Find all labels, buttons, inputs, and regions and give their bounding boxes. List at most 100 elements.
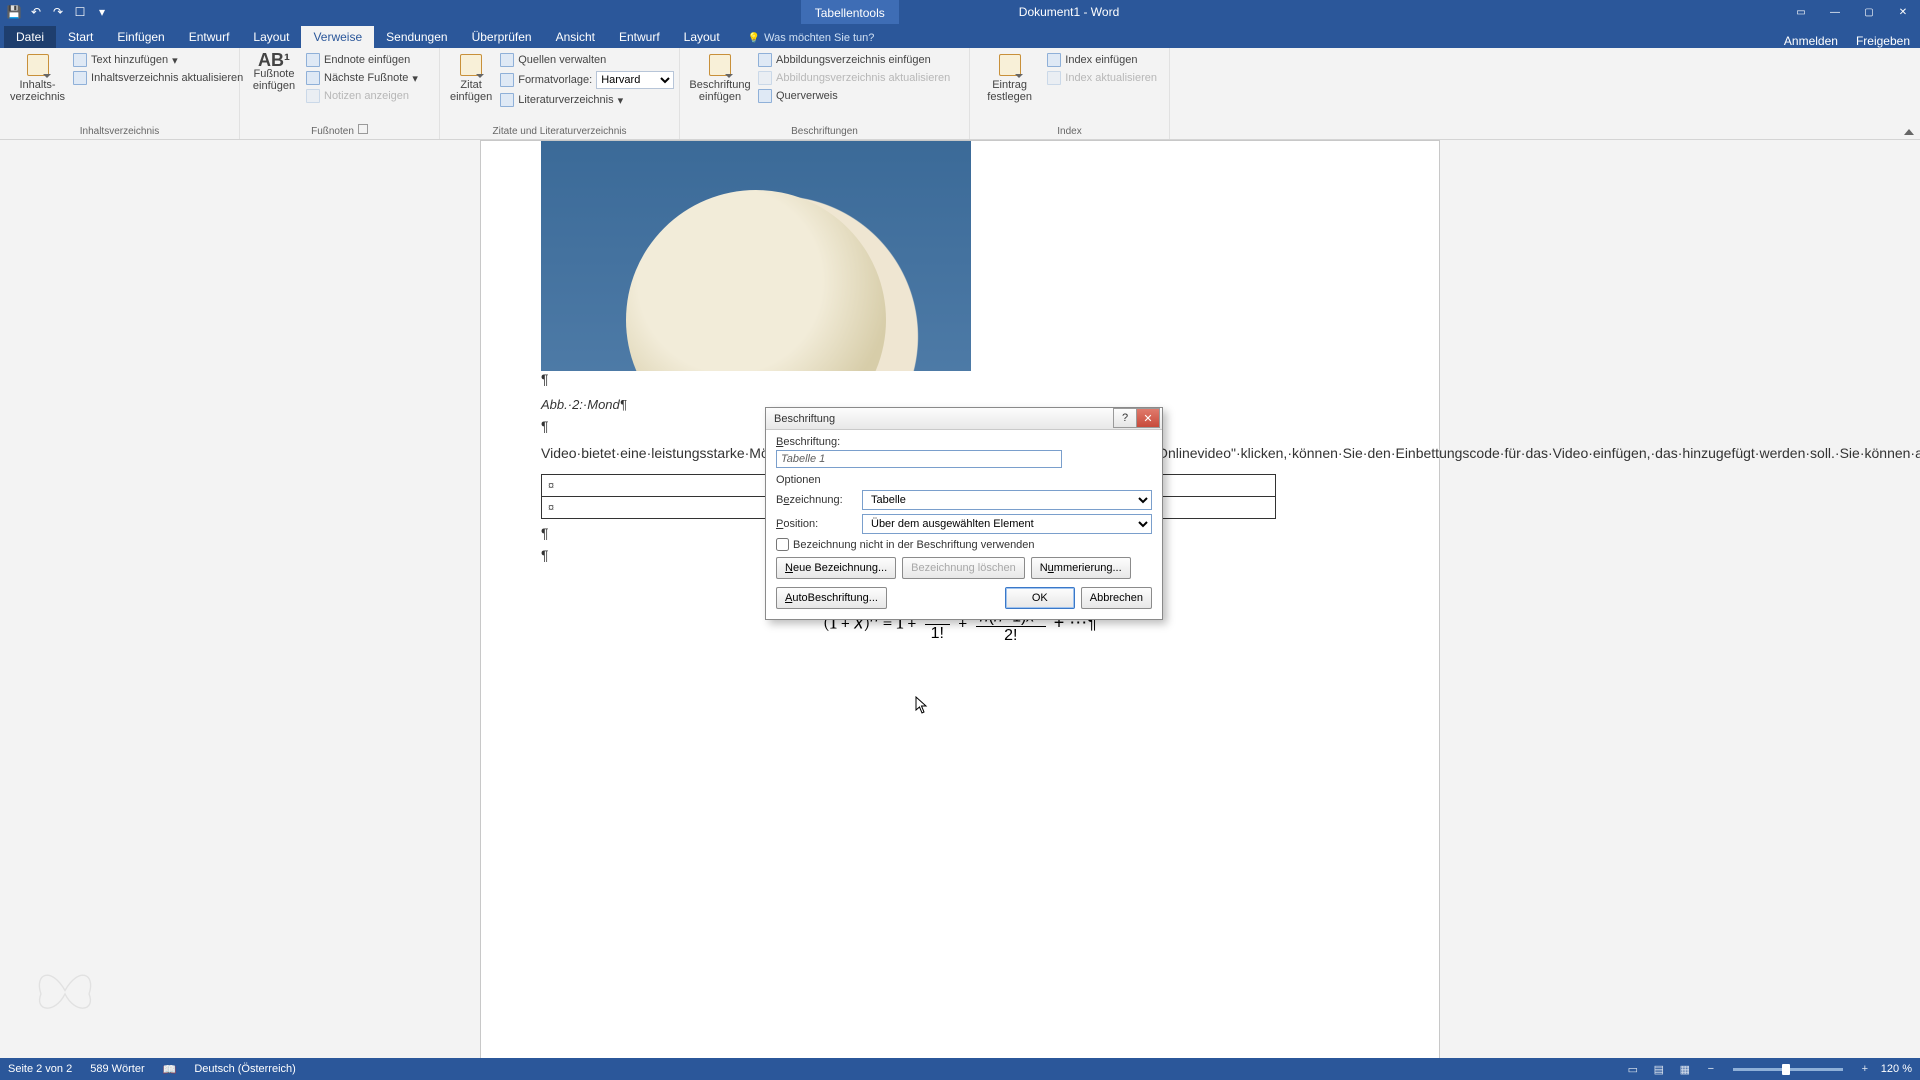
next-footnote-button[interactable]: Nächste Fußnote ▾ [304,70,420,86]
status-language[interactable]: Deutsch (Österreich) [194,1063,295,1075]
add-text-icon [73,53,87,67]
endnote-icon [306,53,320,67]
options-label: Optionen [776,474,1152,486]
insert-endnote-button[interactable]: Endnote einfügen [304,52,420,68]
dialog-close-icon[interactable]: ✕ [1136,408,1160,428]
status-word-count[interactable]: 589 Wörter [90,1063,144,1075]
add-text-button[interactable]: Text hinzufügen ▾ [71,52,245,68]
title-bar: 💾 ↶ ↷ ☐ ▾ Tabellentools Dokument1 - Word… [0,0,1920,24]
tab-table-entwurf[interactable]: Entwurf [607,26,672,48]
crossref-button[interactable]: Querverweis [756,88,952,104]
tab-entwurf[interactable]: Entwurf [177,26,242,48]
maximize-icon[interactable]: ▢ [1852,0,1886,24]
citation-style-select[interactable]: Harvard [596,71,674,89]
caption-dialog: Beschriftung ? ✕ Beschriftung: Optionen … [765,407,1163,620]
dialog-help-icon[interactable]: ? [1113,408,1137,428]
tab-start[interactable]: Start [56,26,105,48]
insert-footnote-label: Fußnote einfügen [253,68,295,92]
manage-sources-button[interactable]: Quellen verwalten [498,52,676,68]
table-cell[interactable]: ¤ [542,475,787,497]
tab-sendungen[interactable]: Sendungen [374,26,459,48]
ribbon-tabs: Datei Start Einfügen Entwurf Layout Verw… [0,24,1920,48]
dialog-titlebar[interactable]: Beschriftung ? ✕ [766,408,1162,430]
caption-icon [709,54,731,76]
web-layout-icon[interactable]: ▦ [1675,1061,1695,1077]
close-window-icon[interactable]: ✕ [1886,0,1920,24]
moon-image[interactable] [541,141,971,371]
butterfly-watermark-icon [30,963,100,1018]
insert-citation-button[interactable]: Zitat einfügen [450,52,492,108]
update-index-icon [1047,71,1061,85]
qat-customize-icon[interactable]: ▾ [94,4,110,20]
footnotes-launcher-icon[interactable] [358,124,368,134]
crossref-icon [758,89,772,103]
tab-file[interactable]: Datei [4,26,56,48]
update-tof-icon [758,71,772,85]
print-layout-icon[interactable]: ▤ [1649,1061,1669,1077]
undo-icon[interactable]: ↶ [28,4,44,20]
toc-icon [27,54,49,76]
status-bar: Seite 2 von 2 589 Wörter 📖 Deutsch (Öste… [0,1058,1920,1080]
numbering-button[interactable]: Nummerierung... [1031,557,1131,579]
read-mode-icon[interactable]: ▭ [1623,1061,1643,1077]
cancel-button[interactable]: Abbrechen [1081,587,1152,609]
tab-table-layout[interactable]: Layout [672,26,732,48]
zoom-level[interactable]: 120 % [1881,1063,1912,1075]
caption-field-label: Beschriftung: [776,436,840,448]
status-page[interactable]: Seite 2 von 2 [8,1063,72,1075]
redo-icon[interactable]: ↷ [50,4,66,20]
update-tof-button[interactable]: Abbildungsverzeichnis aktualisieren [756,70,952,86]
insert-index-icon [1047,53,1061,67]
show-notes-button[interactable]: Notizen anzeigen [304,88,420,104]
exclude-label-text: Bezeichnung nicht in der Beschriftung ve… [793,539,1035,551]
toc-button[interactable]: Inhalts- verzeichnis [10,52,65,103]
new-label-button[interactable]: Neue Bezeichnung... [776,557,896,579]
bezeichnung-select[interactable]: Tabelle [862,490,1152,510]
update-toc-button[interactable]: Inhaltsverzeichnis aktualisieren [71,70,245,86]
collapse-ribbon-icon[interactable] [1904,129,1914,135]
bezeichnung-label: Bezeichnung: [776,494,862,506]
zoom-out-icon[interactable]: − [1701,1061,1721,1077]
insert-caption-button[interactable]: Beschriftung einfügen [690,52,750,104]
mark-entry-button[interactable]: Eintrag festlegen [980,52,1039,103]
position-select[interactable]: Über dem ausgewählten Element [862,514,1152,534]
insert-tof-button[interactable]: Abbildungsverzeichnis einfügen [756,52,952,68]
ribbon-display-options-icon[interactable]: ▭ [1784,0,1818,24]
autocaption-button[interactable]: AutoBeschriftung... [776,587,887,609]
bibliography-button[interactable]: Literaturverzeichnis ▾ [498,92,676,108]
table-cell[interactable]: ¤ [542,497,787,519]
tab-layout[interactable]: Layout [241,26,301,48]
citation-style-row: Formatvorlage: Harvard [498,70,676,90]
tell-me-search[interactable]: Was möchten Sie tun? [740,28,883,48]
ribbon: Inhalts- verzeichnis Text hinzufügen ▾ I… [0,48,1920,140]
quick-access-toolbar: 💾 ↶ ↷ ☐ ▾ [0,4,110,20]
tab-ansicht[interactable]: Ansicht [544,26,607,48]
share-button[interactable]: Freigeben [1856,34,1910,48]
minimize-icon[interactable]: — [1818,0,1852,24]
status-proofing-icon[interactable]: 📖 [163,1063,177,1076]
paragraph-mark: ¶ [541,371,549,387]
insert-index-button[interactable]: Index einfügen [1045,52,1159,68]
zoom-slider[interactable] [1733,1068,1843,1071]
sign-in-link[interactable]: Anmelden [1784,34,1838,48]
zoom-in-icon[interactable]: + [1855,1061,1875,1077]
mark-entry-label: Eintrag festlegen [987,79,1032,103]
next-footnote-icon [306,71,320,85]
touch-mode-icon[interactable]: ☐ [72,4,88,20]
group-label-citations: Zitate und Literaturverzeichnis [450,124,669,137]
exclude-label-checkbox[interactable] [776,538,789,551]
ok-button[interactable]: OK [1005,587,1075,609]
delete-label-button: Bezeichnung löschen [902,557,1025,579]
tab-ueberpruefen[interactable]: Überprüfen [460,26,544,48]
group-label-toc: Inhaltsverzeichnis [10,124,229,137]
tab-einfuegen[interactable]: Einfügen [105,26,176,48]
caption-input[interactable] [776,450,1062,468]
update-index-button[interactable]: Index aktualisieren [1045,70,1159,86]
save-icon[interactable]: 💾 [6,4,22,20]
tab-verweise[interactable]: Verweise [301,26,374,48]
ab-footnote-button[interactable]: AB¹ Fußnote einfügen [250,52,298,104]
index-entry-icon [999,54,1021,76]
document-workspace: ¶ Abb.·2:·Mond¶ ¶ Video·bietet·eine·leis… [0,140,1920,1058]
group-label-captions: Beschriftungen [690,124,959,137]
insert-caption-label: Beschriftung einfügen [689,79,750,103]
